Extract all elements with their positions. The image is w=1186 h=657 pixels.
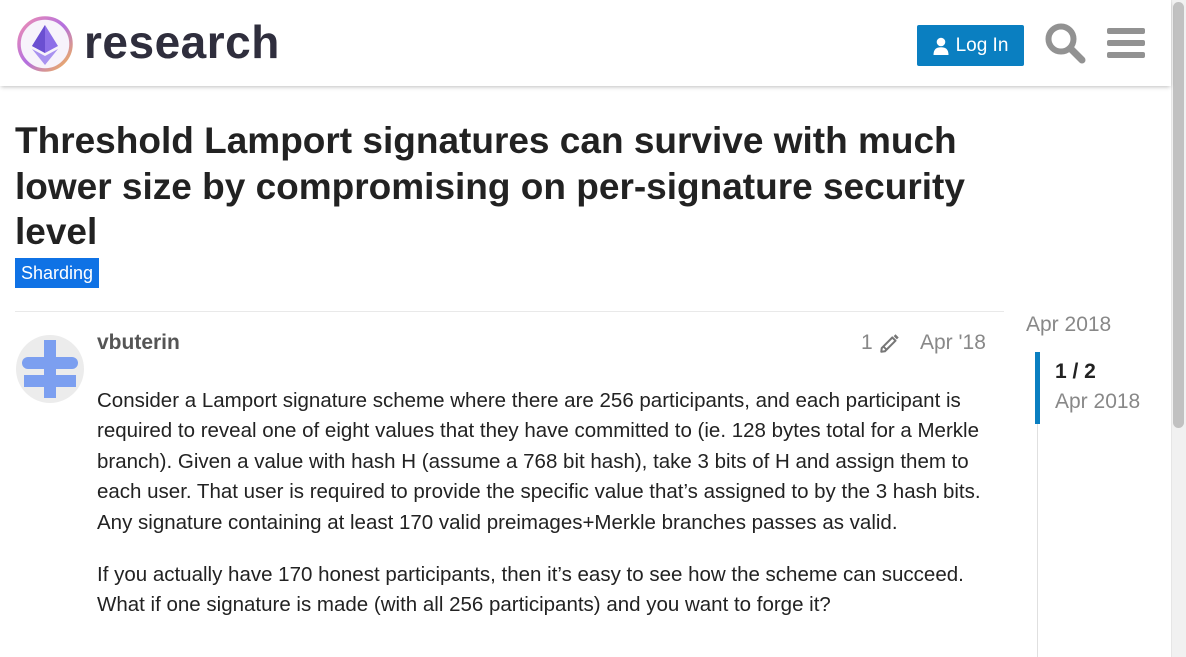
site-header: research Log In xyxy=(0,0,1171,86)
edit-count: 1 xyxy=(861,331,873,354)
pencil-icon xyxy=(879,334,899,353)
site-logo-icon[interactable] xyxy=(16,15,74,73)
category-badge[interactable]: Sharding xyxy=(15,258,100,288)
topic-title[interactable]: Threshold Lamport signatures can survive… xyxy=(15,118,1015,255)
site-logo-text[interactable]: research xyxy=(84,14,280,70)
timeline-start-date[interactable]: Apr 2018 xyxy=(1026,313,1111,337)
post-author-username[interactable]: vbuterin xyxy=(97,331,180,355)
avatar[interactable] xyxy=(16,335,84,403)
log-in-button[interactable]: Log In xyxy=(917,25,1024,66)
post-paragraph: If you actually have 170 honest particip… xyxy=(97,563,964,617)
timeline-handle[interactable] xyxy=(1035,352,1040,424)
hamburger-menu-icon[interactable] xyxy=(1105,22,1147,64)
post-body: Consider a Lamport signature scheme wher… xyxy=(97,386,987,643)
post-paragraph: Consider a Lamport signature scheme wher… xyxy=(97,389,981,534)
user-icon xyxy=(933,37,949,55)
search-icon[interactable] xyxy=(1044,22,1086,64)
log-in-label: Log In xyxy=(955,34,1009,56)
divider xyxy=(15,311,1004,312)
timeline-position: 1 / 2 xyxy=(1055,360,1096,383)
timeline-current-date: Apr 2018 xyxy=(1055,390,1141,413)
post-date[interactable]: Apr '18 xyxy=(920,331,986,355)
scrollbar-thumb[interactable] xyxy=(1173,2,1184,428)
edit-history-button[interactable]: 1 xyxy=(861,331,901,355)
